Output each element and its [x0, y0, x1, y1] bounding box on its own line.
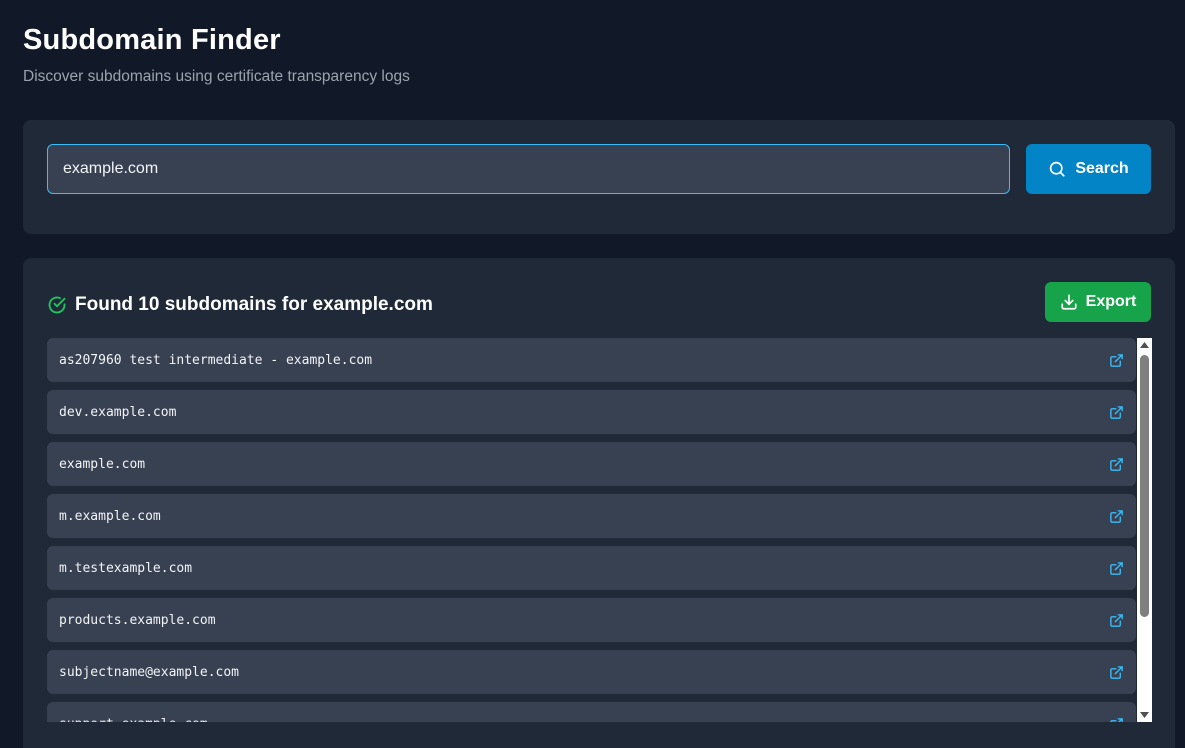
- results-card: Found 10 subdomains for example.com Expo…: [23, 258, 1175, 748]
- subdomain-list-item[interactable]: products.example.com: [47, 598, 1136, 642]
- export-button[interactable]: Export: [1045, 282, 1151, 322]
- export-button-label: Export: [1085, 293, 1137, 310]
- page-title: Subdomain Finder: [23, 24, 281, 56]
- external-link-icon[interactable]: [1109, 613, 1124, 628]
- results-header: Found 10 subdomains for example.com: [47, 294, 433, 316]
- search-button-label: Search: [1075, 160, 1129, 177]
- subdomain-text: dev.example.com: [59, 404, 177, 420]
- download-icon: [1060, 293, 1078, 311]
- subdomain-list-item[interactable]: subjectname@example.com: [47, 650, 1136, 694]
- search-card: Search: [23, 120, 1175, 234]
- external-link-icon[interactable]: [1109, 561, 1124, 576]
- subdomain-text: as207960 test intermediate - example.com: [59, 352, 373, 368]
- check-circle-icon: [47, 295, 67, 315]
- page-subtitle: Discover subdomains using certificate tr…: [23, 68, 410, 85]
- page: Subdomain Finder Discover subdomains usi…: [0, 0, 1185, 748]
- scroll-thumb[interactable]: [1140, 355, 1149, 617]
- results-title: Found 10 subdomains for example.com: [75, 294, 433, 315]
- external-link-icon[interactable]: [1109, 665, 1124, 680]
- search-icon: [1048, 160, 1066, 178]
- subdomain-text: m.example.com: [59, 508, 161, 524]
- list-scrollbar[interactable]: [1137, 338, 1152, 722]
- subdomain-list[interactable]: as207960 test intermediate - example.com…: [47, 338, 1152, 722]
- scroll-up-arrow-icon[interactable]: [1137, 338, 1152, 352]
- scroll-down-arrow-icon[interactable]: [1137, 708, 1152, 722]
- external-link-icon[interactable]: [1109, 717, 1124, 722]
- subdomain-text: subjectname@example.com: [59, 664, 240, 680]
- subdomain-list-item[interactable]: m.example.com: [47, 494, 1136, 538]
- subdomain-list-item[interactable]: support.example.com: [47, 702, 1136, 722]
- external-link-icon[interactable]: [1109, 405, 1124, 420]
- external-link-icon[interactable]: [1109, 509, 1124, 524]
- subdomain-text: products.example.com: [59, 612, 216, 628]
- subdomain-list-item[interactable]: example.com: [47, 442, 1136, 486]
- subdomain-text: support.example.com: [59, 717, 208, 723]
- subdomain-list-item[interactable]: as207960 test intermediate - example.com: [47, 338, 1136, 382]
- domain-search-input[interactable]: [47, 144, 1010, 194]
- subdomain-list-item[interactable]: m.testexample.com: [47, 546, 1136, 590]
- subdomain-list-item[interactable]: dev.example.com: [47, 390, 1136, 434]
- subdomain-text: m.testexample.com: [59, 560, 193, 576]
- external-link-icon[interactable]: [1109, 457, 1124, 472]
- external-link-icon[interactable]: [1109, 353, 1124, 368]
- subdomain-text: example.com: [59, 456, 146, 472]
- search-button[interactable]: Search: [1026, 144, 1151, 194]
- subdomain-list-items: as207960 test intermediate - example.com…: [47, 338, 1136, 722]
